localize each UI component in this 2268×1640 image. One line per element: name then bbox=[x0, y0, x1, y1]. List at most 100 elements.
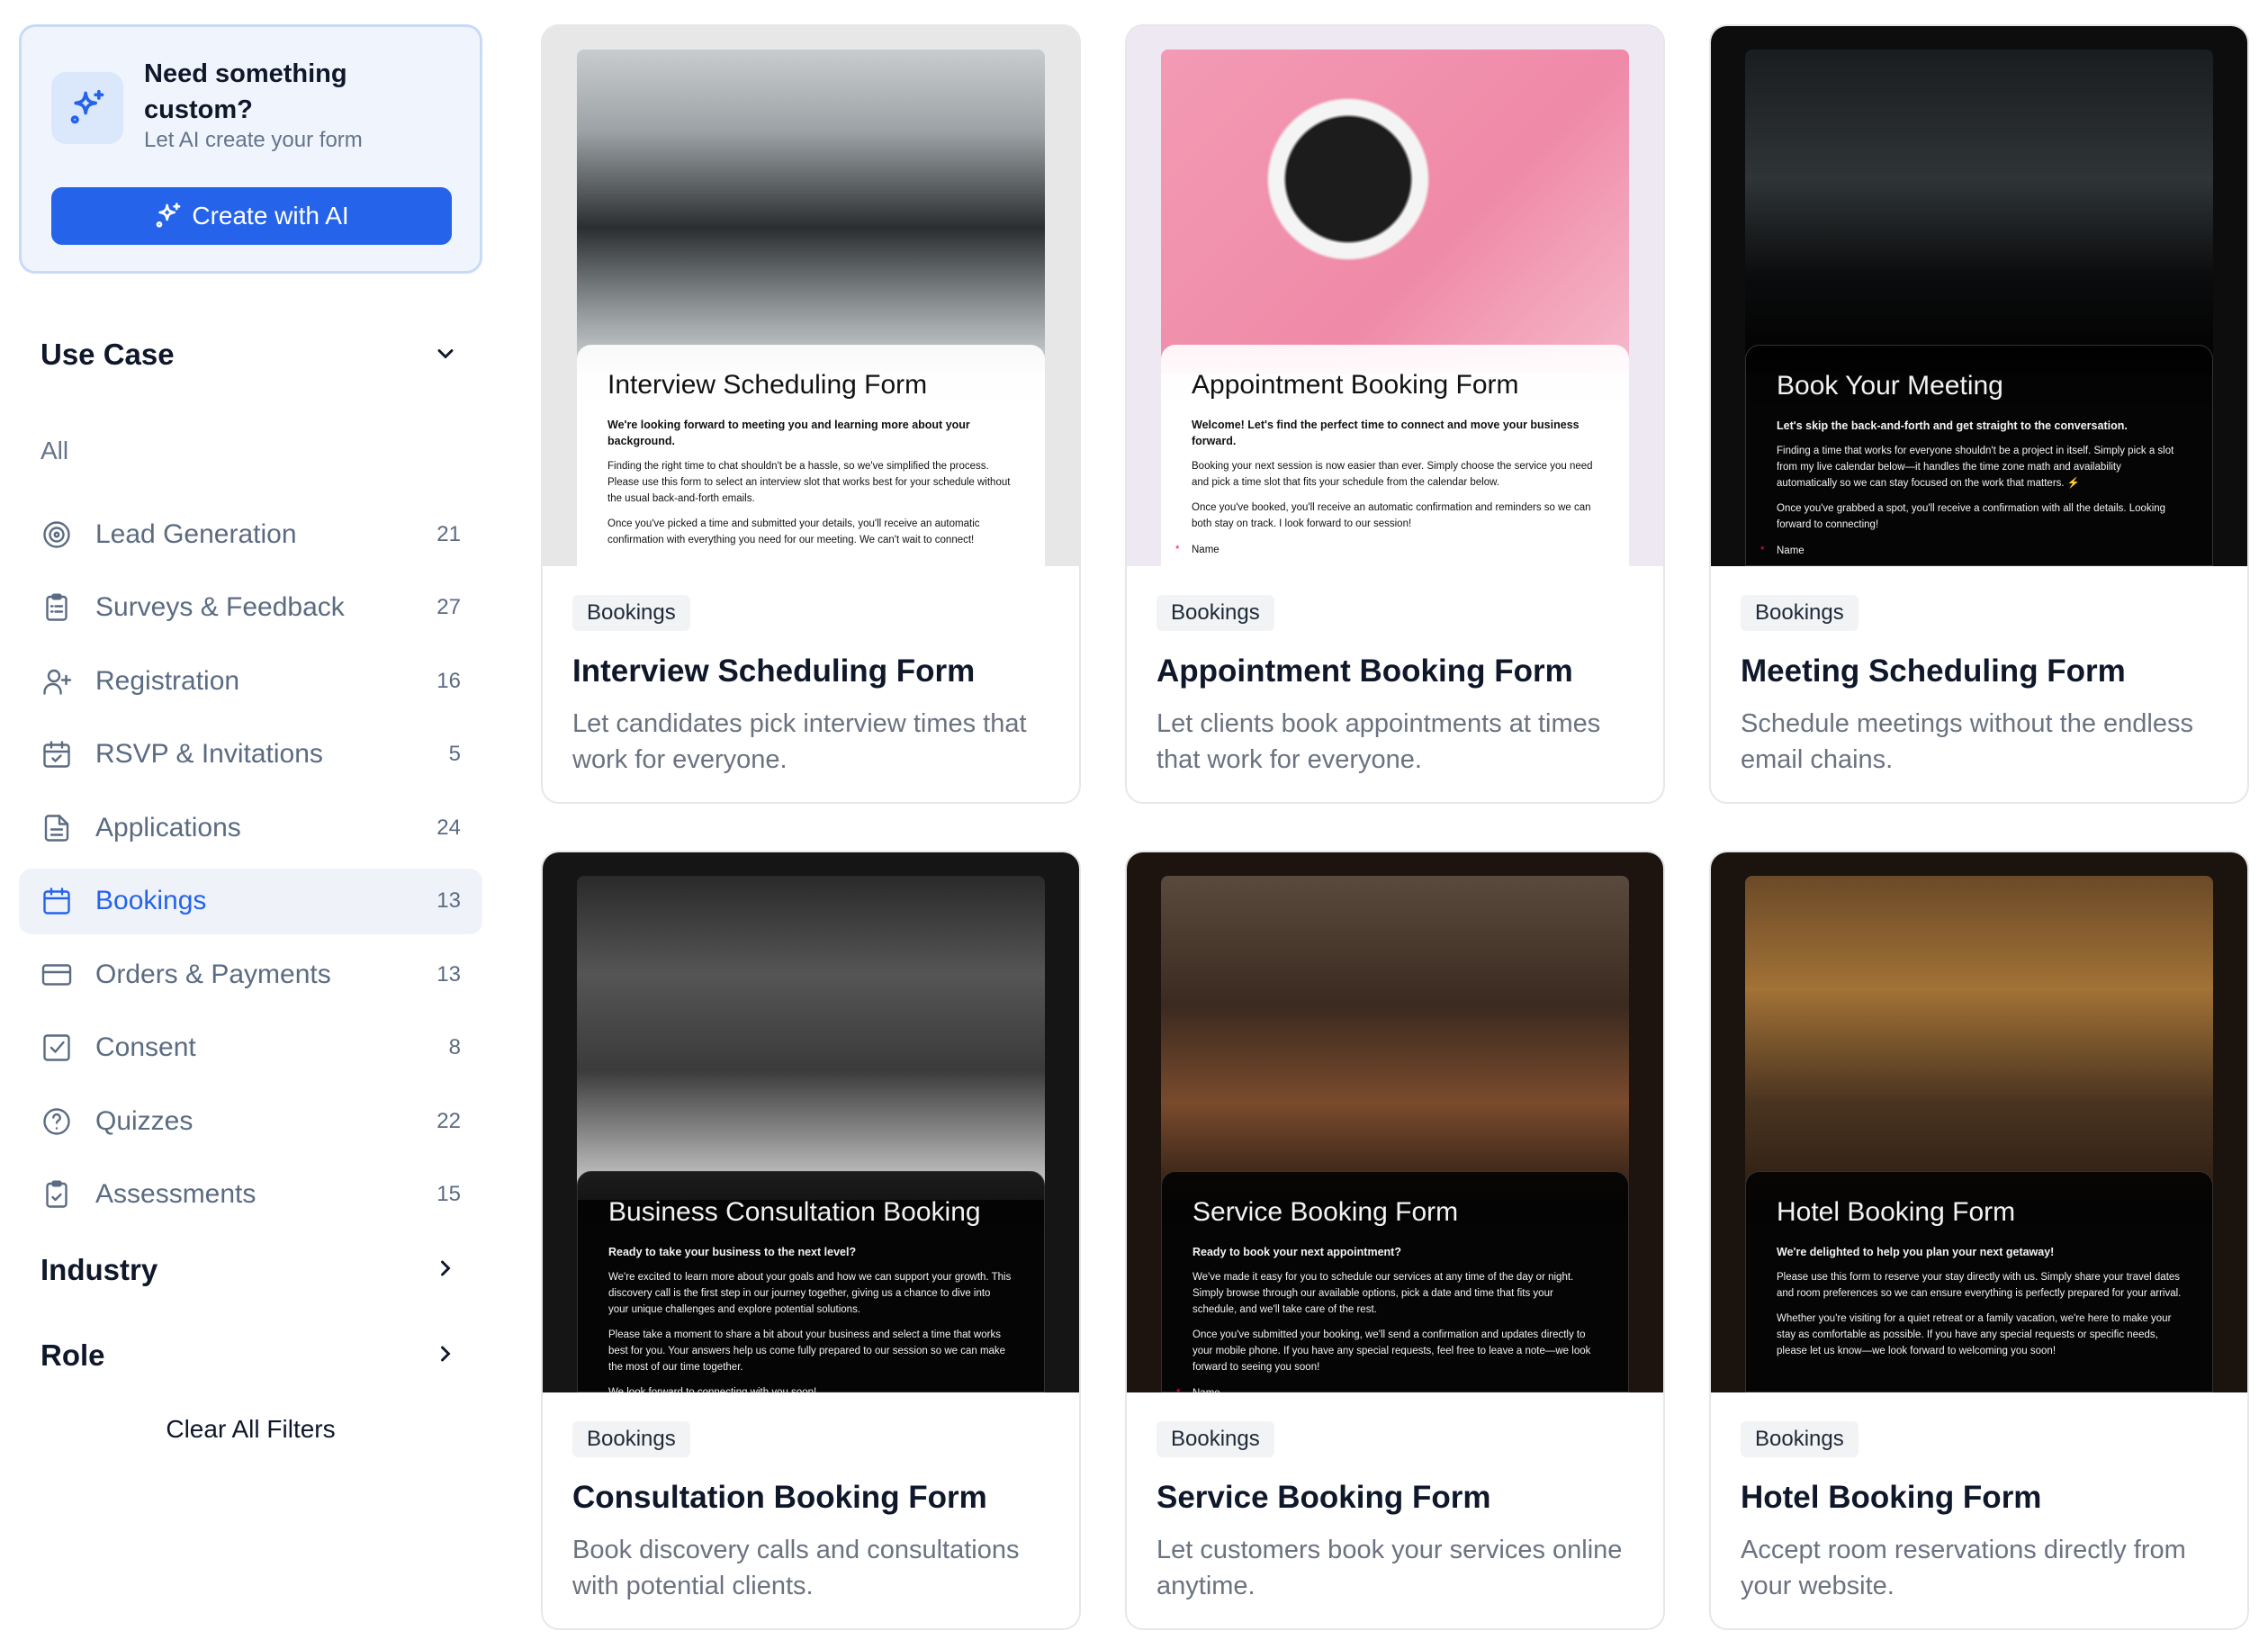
sidebar-item-quizzes[interactable]: Quizzes 22 bbox=[19, 1088, 482, 1154]
preview-field-label: Name bbox=[1192, 545, 1598, 555]
sidebar-item-label: Consent bbox=[95, 1032, 196, 1063]
template-preview: Service Booking Form Ready to book your … bbox=[1127, 852, 1663, 1392]
template-card[interactable]: Service Booking Form Ready to book your … bbox=[1125, 851, 1665, 1630]
preview-paragraph: We look forward to connecting with you s… bbox=[608, 1384, 1013, 1392]
clear-all-filters-button[interactable]: Clear All Filters bbox=[19, 1415, 482, 1444]
template-preview: Hotel Booking Form We're delighted to he… bbox=[1711, 852, 2247, 1392]
preview-lead: Welcome! Let's find the perfect time to … bbox=[1192, 417, 1598, 449]
preview-paragraph: Finding the right time to chat shouldn't… bbox=[608, 458, 1014, 507]
template-card[interactable]: Appointment Booking Form Welcome! Let's … bbox=[1125, 24, 1665, 804]
preview-lead: We're delighted to help you plan your ne… bbox=[1777, 1244, 2182, 1260]
template-preview: Business Consultation Booking Ready to t… bbox=[543, 852, 1079, 1392]
preview-paragraph: We've made it easy for you to schedule o… bbox=[1192, 1269, 1598, 1318]
preview-field-label: Name bbox=[1192, 1388, 1598, 1392]
sidebar-item-label: Applications bbox=[95, 813, 241, 843]
sidebar-item-registration[interactable]: Registration 16 bbox=[19, 648, 482, 714]
chevron-down-icon[interactable] bbox=[433, 341, 458, 366]
sidebar-item-label: Assessments bbox=[95, 1179, 256, 1210]
sidebar-item-surveys-feedback[interactable]: Surveys & Feedback 27 bbox=[19, 575, 482, 641]
template-card[interactable]: Interview Scheduling Form We're looking … bbox=[541, 24, 1081, 804]
category-badge: Bookings bbox=[572, 1421, 690, 1457]
sidebar-item-label: Lead Generation bbox=[95, 519, 297, 550]
sidebar-item-count: 24 bbox=[436, 815, 461, 841]
template-preview: Appointment Booking Form Welcome! Let's … bbox=[1127, 26, 1663, 566]
chevron-right-icon[interactable] bbox=[433, 1341, 458, 1366]
filter-all[interactable]: All bbox=[40, 437, 68, 465]
ai-promo-title: Need something custom? bbox=[144, 56, 414, 128]
preview-title: Business Consultation Booking bbox=[608, 1197, 1013, 1228]
template-card[interactable]: Hotel Booking Form We're delighted to he… bbox=[1709, 851, 2249, 1630]
preview-paragraph: Please take a moment to share a bit abou… bbox=[608, 1327, 1013, 1375]
template-description: Schedule meetings without the endless em… bbox=[1741, 706, 2227, 778]
sidebar-item-label: Bookings bbox=[95, 886, 206, 916]
template-title[interactable]: Meeting Scheduling Form bbox=[1741, 653, 2126, 689]
preview-paragraph: Finding a time that works for everyone s… bbox=[1777, 443, 2182, 491]
template-description: Book discovery calls and consultations w… bbox=[572, 1532, 1058, 1604]
preview-image bbox=[577, 876, 1045, 1200]
category-badge: Bookings bbox=[572, 595, 690, 631]
industry-heading[interactable]: Industry bbox=[40, 1253, 158, 1287]
sidebar-item-rsvp-invitations[interactable]: RSVP & Invitations 5 bbox=[19, 722, 482, 788]
preview-paragraph: Booking your next session is now easier … bbox=[1192, 458, 1598, 491]
sidebar-item-label: Surveys & Feedback bbox=[95, 592, 345, 623]
create-with-ai-button[interactable]: Create with AI bbox=[51, 187, 452, 245]
sidebar-item-label: Quizzes bbox=[95, 1106, 193, 1137]
preview-paragraph: Once you've submitted your booking, we'l… bbox=[1192, 1327, 1598, 1375]
preview-lead: Let's skip the back-and-forth and get st… bbox=[1777, 418, 2182, 434]
use-case-heading[interactable]: Use Case bbox=[40, 338, 175, 372]
sidebar-item-count: 13 bbox=[436, 888, 461, 914]
sidebar-item-count: 21 bbox=[436, 522, 461, 547]
chevron-right-icon[interactable] bbox=[433, 1256, 458, 1281]
sidebar-item-count: 13 bbox=[436, 962, 461, 987]
preview-form: Business Consultation Booking Ready to t… bbox=[577, 1171, 1045, 1392]
preview-paragraph: Whether you're visiting for a quiet retr… bbox=[1777, 1311, 2182, 1359]
sidebar-item-consent[interactable]: Consent 8 bbox=[19, 1015, 482, 1081]
sidebar-item-lead-generation[interactable]: Lead Generation 21 bbox=[19, 501, 482, 567]
role-heading[interactable]: Role bbox=[40, 1338, 105, 1373]
preview-form: Book Your Meeting Let's skip the back-an… bbox=[1745, 345, 2213, 566]
preview-lead: We're looking forward to meeting you and… bbox=[608, 417, 1014, 449]
template-title[interactable]: Consultation Booking Form bbox=[572, 1480, 987, 1516]
preview-title: Service Booking Form bbox=[1192, 1197, 1598, 1228]
preview-title: Hotel Booking Form bbox=[1777, 1197, 2182, 1228]
sidebar-item-bookings[interactable]: Bookings 13 bbox=[19, 869, 482, 934]
preview-title: Interview Scheduling Form bbox=[608, 370, 1014, 401]
category-badge: Bookings bbox=[1156, 1421, 1274, 1457]
clipboard-list-icon bbox=[40, 591, 73, 624]
preview-paragraph: Please use this form to reserve your sta… bbox=[1777, 1269, 2182, 1302]
category-badge: Bookings bbox=[1156, 595, 1274, 631]
category-badge: Bookings bbox=[1741, 1421, 1858, 1457]
create-with-ai-label: Create with AI bbox=[192, 202, 348, 230]
template-title[interactable]: Appointment Booking Form bbox=[1156, 653, 1573, 689]
template-card[interactable]: Book Your Meeting Let's skip the back-an… bbox=[1709, 24, 2249, 804]
preview-field-label: Name bbox=[1777, 545, 2182, 556]
sidebar-item-count: 15 bbox=[436, 1182, 461, 1207]
sidebar-item-count: 16 bbox=[436, 669, 461, 694]
template-description: Let customers book your services online … bbox=[1156, 1532, 1642, 1604]
target-icon bbox=[40, 518, 73, 551]
help-circle-icon bbox=[40, 1105, 73, 1138]
template-title[interactable]: Interview Scheduling Form bbox=[572, 653, 975, 689]
template-card[interactable]: Business Consultation Booking Ready to t… bbox=[541, 851, 1081, 1630]
sidebar-item-count: 5 bbox=[449, 742, 461, 767]
ai-promo-card: Need something custom? Let AI create you… bbox=[19, 24, 482, 274]
sidebar-item-applications[interactable]: Applications 24 bbox=[19, 795, 482, 861]
preview-paragraph: We're excited to learn more about your g… bbox=[608, 1269, 1013, 1318]
preview-image bbox=[1745, 50, 2213, 374]
sidebar-item-orders-payments[interactable]: Orders & Payments 13 bbox=[19, 942, 482, 1007]
preview-lead: Ready to take your business to the next … bbox=[608, 1244, 1013, 1260]
sidebar-item-assessments[interactable]: Assessments 15 bbox=[19, 1162, 482, 1228]
preview-form: Hotel Booking Form We're delighted to he… bbox=[1745, 1171, 2213, 1392]
ai-promo-subtitle: Let AI create your form bbox=[144, 128, 363, 153]
preview-paragraph: Once you've grabbed a spot, you'll recei… bbox=[1777, 500, 2182, 533]
checkbox-icon bbox=[40, 1032, 73, 1064]
template-description: Let candidates pick interview times that… bbox=[572, 706, 1058, 778]
preview-paragraph: Once you've picked a time and submitted … bbox=[608, 516, 1014, 548]
template-description: Let clients book appointments at times t… bbox=[1156, 706, 1642, 778]
calendar-check-icon bbox=[40, 738, 73, 770]
preview-title: Book Your Meeting bbox=[1777, 371, 2182, 401]
template-title[interactable]: Hotel Booking Form bbox=[1741, 1480, 2041, 1516]
template-description: Accept room reservations directly from y… bbox=[1741, 1532, 2227, 1604]
template-title[interactable]: Service Booking Form bbox=[1156, 1480, 1490, 1516]
preview-image bbox=[1161, 50, 1629, 374]
